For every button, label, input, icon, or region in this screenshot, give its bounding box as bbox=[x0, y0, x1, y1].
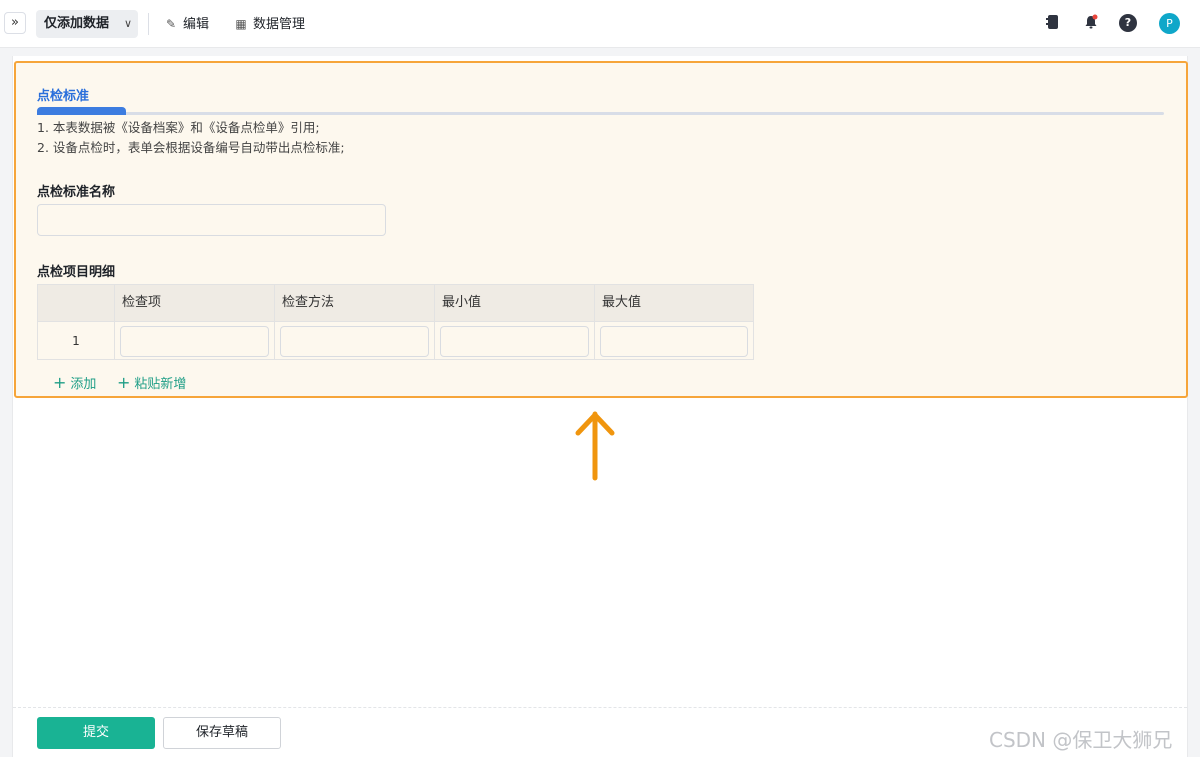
edit-label: 编辑 bbox=[183, 17, 210, 32]
table-cell bbox=[115, 322, 275, 360]
name-field-label: 点检标准名称 bbox=[37, 185, 116, 200]
plus-icon: + bbox=[53, 373, 67, 392]
expand-sidebar-icon[interactable]: » bbox=[4, 12, 26, 34]
data-manage-button[interactable]: ▦ 数据管理 bbox=[234, 14, 305, 34]
check-item-input[interactable] bbox=[120, 326, 269, 357]
help-icon[interactable]: ? bbox=[1119, 14, 1137, 32]
table-header-cell: 最小值 bbox=[435, 285, 595, 321]
detail-label: 点检项目明细 bbox=[37, 265, 116, 280]
watermark: CSDN @保卫大狮兄 bbox=[989, 728, 1173, 752]
table-header-cell: 最大值 bbox=[602, 295, 642, 310]
table-cell bbox=[595, 322, 753, 360]
description-line-2: 2. 设备点检时，表单会根据设备编号自动带出点检标准; bbox=[37, 140, 345, 155]
tab-indicator bbox=[37, 107, 126, 115]
top-toolbar: » 仅添加数据 ∨ ✎ 编辑 ▦ 数据管理 ? P bbox=[0, 0, 1200, 48]
description-line-1: 1. 本表数据被《设备档案》和《设备点检单》引用; bbox=[37, 120, 320, 135]
table-header-cell: 检查项 bbox=[115, 285, 275, 321]
avatar[interactable]: P bbox=[1159, 13, 1180, 34]
add-row-label: 添加 bbox=[70, 377, 97, 392]
section-tab-title[interactable]: 点检标准 bbox=[37, 85, 89, 104]
data-manage-label: 数据管理 bbox=[253, 17, 306, 32]
toolbar-divider bbox=[148, 13, 149, 35]
table-header-cell: 检查方法 bbox=[275, 285, 435, 321]
bell-icon[interactable] bbox=[1082, 14, 1100, 32]
min-value-input[interactable] bbox=[440, 326, 589, 357]
table-row: 1 bbox=[38, 321, 753, 360]
add-row-button[interactable]: + 添加 bbox=[53, 374, 96, 394]
footer-divider bbox=[13, 707, 1187, 708]
tab-track bbox=[37, 112, 1164, 115]
save-draft-button[interactable]: 保存草稿 bbox=[163, 717, 281, 749]
plus-icon: + bbox=[117, 373, 131, 392]
table-icon: ▦ bbox=[235, 17, 247, 31]
mode-dropdown[interactable]: 仅添加数据 ∨ bbox=[36, 10, 138, 38]
detail-table: 检查项 检查方法 最小值 最大值 1 bbox=[37, 284, 754, 360]
edit-button[interactable]: ✎ 编辑 bbox=[164, 14, 209, 34]
table-header: 检查项 检查方法 最小值 最大值 bbox=[38, 285, 753, 321]
row-index: 1 bbox=[38, 322, 115, 360]
mode-dropdown-label: 仅添加数据 bbox=[44, 16, 110, 31]
notebook-icon[interactable] bbox=[1044, 14, 1062, 32]
paste-add-button[interactable]: + 粘贴新增 bbox=[117, 374, 186, 394]
submit-button[interactable]: 提交 bbox=[37, 717, 155, 749]
pencil-icon: ✎ bbox=[165, 17, 177, 31]
table-cell bbox=[435, 322, 595, 360]
paste-add-label: 粘贴新增 bbox=[134, 377, 187, 392]
name-field-input[interactable] bbox=[37, 204, 386, 236]
chevron-down-icon: ∨ bbox=[123, 17, 132, 30]
table-cell bbox=[275, 322, 435, 360]
table-header-index bbox=[38, 285, 115, 321]
up-arrow-icon bbox=[571, 408, 619, 484]
max-value-input[interactable] bbox=[600, 326, 748, 357]
check-method-input[interactable] bbox=[280, 326, 429, 357]
